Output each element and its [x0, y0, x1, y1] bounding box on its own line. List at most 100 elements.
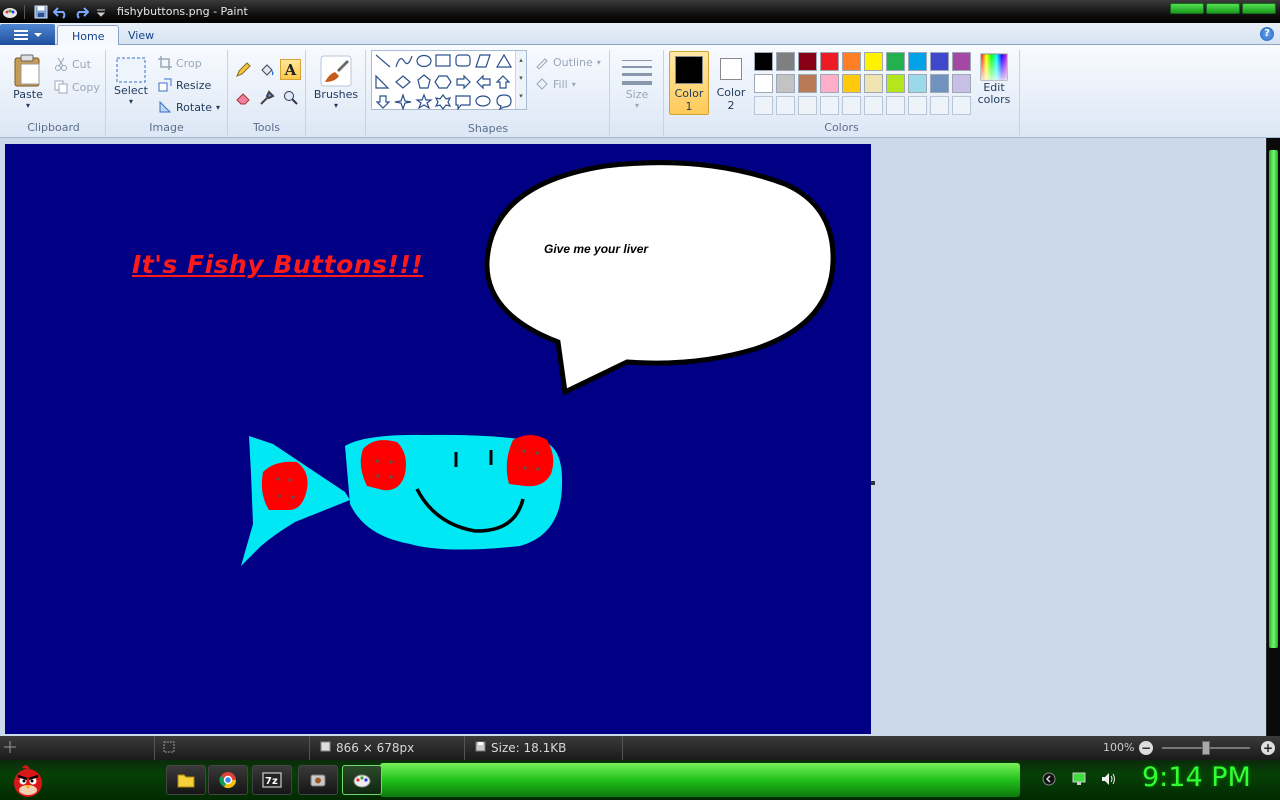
tab-view[interactable]: View	[114, 25, 168, 46]
select-button[interactable]: Select ▾	[112, 56, 150, 106]
taskbar-app[interactable]	[298, 765, 338, 795]
palette-color-swatch[interactable]	[952, 74, 971, 93]
shapes-icons	[375, 53, 513, 110]
start-button[interactable]	[8, 760, 48, 800]
fill-bucket-icon	[535, 77, 549, 91]
zoom-slider-thumb[interactable]	[1202, 741, 1210, 755]
taskbar-paint[interactable]	[342, 765, 382, 795]
close-button[interactable]	[1242, 3, 1276, 14]
crop-button[interactable]: Crop	[158, 56, 202, 70]
resize-button[interactable]: Resize	[158, 78, 211, 92]
scissors-icon	[54, 57, 68, 71]
palette-color-swatch[interactable]	[930, 52, 949, 71]
color2-button[interactable]: Color 2	[711, 51, 751, 115]
custom-color-slot[interactable]	[952, 96, 971, 115]
palette-color-swatch[interactable]	[864, 52, 883, 71]
more-shapes-icon[interactable]: ▾	[516, 87, 526, 105]
help-icon[interactable]: ?	[1260, 27, 1274, 41]
palette-color-swatch[interactable]	[820, 74, 839, 93]
volume-icon[interactable]	[1100, 770, 1118, 788]
tab-home[interactable]: Home	[57, 25, 120, 46]
custom-color-slot[interactable]	[930, 96, 949, 115]
color1-button[interactable]: Color 1	[669, 51, 709, 115]
scrollbar-thumb[interactable]	[1269, 150, 1278, 648]
custom-color-slot[interactable]	[754, 96, 773, 115]
palette-color-swatch[interactable]	[754, 52, 773, 71]
chevron-up-icon[interactable]: ▴	[516, 51, 526, 69]
paint-menu-button[interactable]	[0, 24, 55, 45]
colors-group-label: Colors	[824, 121, 859, 134]
zoom-in-button[interactable]: +	[1261, 741, 1275, 755]
paste-button[interactable]: Paste ▾	[8, 54, 48, 110]
resize-label: Resize	[176, 78, 212, 92]
minimize-button[interactable]	[1170, 3, 1204, 14]
rainbow-palette-icon	[980, 53, 1008, 81]
taskbar-7zip[interactable]: 7z	[252, 765, 292, 795]
save-icon[interactable]	[31, 3, 51, 21]
palette-color-swatch[interactable]	[776, 74, 795, 93]
taskbar-explorer[interactable]	[166, 765, 206, 795]
canvas-resize-handle[interactable]	[871, 481, 875, 485]
pencil-tool[interactable]	[232, 59, 253, 80]
edit-colors-button[interactable]: Edit colors	[976, 53, 1012, 106]
custom-color-slot[interactable]	[908, 96, 927, 115]
color2-label: Color	[716, 86, 746, 99]
magnifier-tool[interactable]	[280, 87, 301, 108]
palette-color-swatch[interactable]	[842, 74, 861, 93]
zoom-out-button[interactable]: −	[1139, 741, 1153, 755]
cut-button[interactable]: Cut	[54, 57, 91, 71]
copy-icon	[54, 80, 68, 94]
palette-color-swatch[interactable]	[754, 74, 773, 93]
network-icon[interactable]	[1070, 770, 1088, 788]
copy-button[interactable]: Copy	[54, 80, 100, 94]
custom-color-slot[interactable]	[886, 96, 905, 115]
redo-icon[interactable]	[71, 3, 91, 21]
size-button[interactable]: Size ▾	[618, 54, 656, 110]
taskbar-clock[interactable]: 9:14 PM	[1142, 762, 1251, 793]
maximize-button[interactable]	[1206, 3, 1240, 14]
resize-icon	[158, 78, 172, 92]
palette-color-swatch[interactable]	[776, 52, 795, 71]
palette-color-swatch[interactable]	[864, 74, 883, 93]
image-size-icon	[320, 741, 331, 755]
edit-colors-label-2: colors	[977, 93, 1011, 106]
custom-color-slot[interactable]	[820, 96, 839, 115]
fill-tool[interactable]	[256, 59, 277, 80]
outline-button[interactable]: Outline ▾	[535, 55, 601, 69]
palette-color-swatch[interactable]	[798, 52, 817, 71]
paint-icon	[353, 774, 371, 788]
fish-button	[506, 435, 554, 487]
text-tool[interactable]: A	[280, 59, 301, 80]
custom-color-slot[interactable]	[864, 96, 883, 115]
custom-color-slot[interactable]	[798, 96, 817, 115]
taskbar-chrome[interactable]	[208, 765, 248, 795]
palette-color-swatch[interactable]	[886, 74, 905, 93]
size-group: Size ▾	[610, 50, 664, 136]
line-thickness-icon	[620, 54, 654, 88]
custom-color-slot[interactable]	[776, 96, 795, 115]
eraser-tool[interactable]	[232, 87, 253, 108]
palette-color-swatch[interactable]	[798, 74, 817, 93]
rotate-button[interactable]: Rotate ▾	[158, 100, 220, 114]
customize-quick-access-icon[interactable]	[91, 3, 111, 21]
palette-color-swatch[interactable]	[930, 74, 949, 93]
brushes-label: Brushes	[313, 88, 359, 101]
fill-button[interactable]: Fill ▾	[535, 77, 576, 91]
media-app-icon	[310, 774, 326, 787]
custom-color-slot[interactable]	[842, 96, 861, 115]
shapes-scrollbar[interactable]: ▴ ▾ ▾	[515, 51, 526, 109]
undo-icon[interactable]	[51, 3, 71, 21]
paint-app-icon[interactable]	[2, 4, 18, 20]
brushes-button[interactable]: Brushes ▾	[312, 54, 360, 110]
palette-color-swatch[interactable]	[842, 52, 861, 71]
palette-color-swatch[interactable]	[908, 52, 927, 71]
color-picker-tool[interactable]	[256, 87, 277, 108]
palette-color-swatch[interactable]	[886, 52, 905, 71]
chevron-down-icon[interactable]: ▾	[516, 69, 526, 87]
show-hidden-icons[interactable]	[1040, 770, 1058, 788]
vertical-scrollbar[interactable]	[1266, 138, 1280, 736]
palette-color-swatch[interactable]	[952, 52, 971, 71]
palette-color-swatch[interactable]	[908, 74, 927, 93]
drawing-canvas[interactable]: It's Fishy Buttons!!! Give me your liver	[5, 144, 871, 734]
palette-color-swatch[interactable]	[820, 52, 839, 71]
